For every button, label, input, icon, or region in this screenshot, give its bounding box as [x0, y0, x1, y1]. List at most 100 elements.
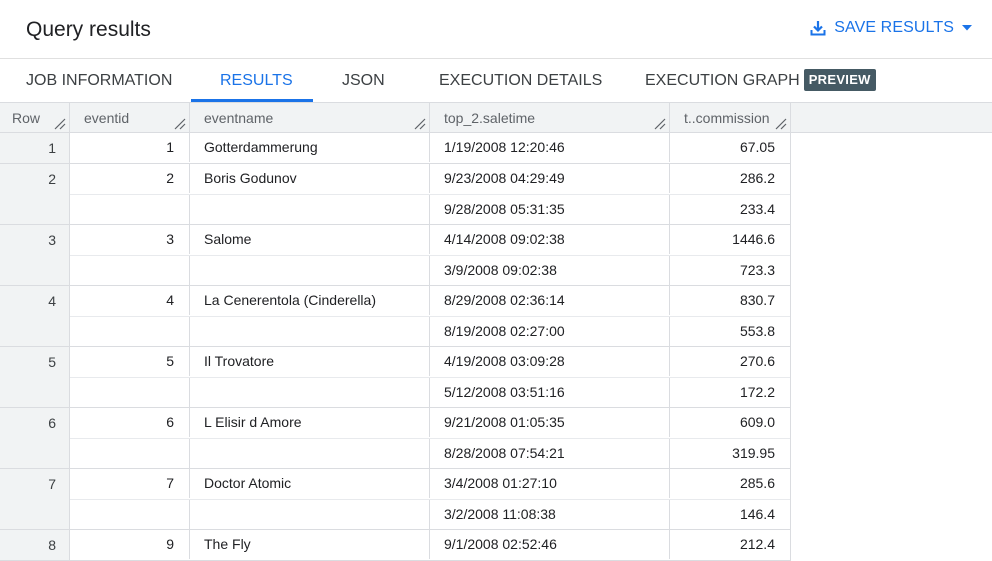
cell-commission: 723.3	[739, 262, 775, 278]
table-subrow: 9/28/2008 05:31:35 233.4	[70, 194, 790, 224]
table-subrow: 6L Elisir d Amore 9/21/2008 01:05:35 609.0	[70, 408, 790, 438]
table-row: 8 9 The Fly 9/1/2008 02:52:46 212.4	[0, 530, 790, 561]
active-tab-indicator	[191, 99, 313, 102]
cell-eventname	[190, 439, 430, 468]
cell-eventname: Salome	[190, 225, 430, 254]
cell-eventid: 7	[70, 469, 190, 498]
cell-eventname: La Cenerentola (Cinderella)	[190, 286, 430, 315]
tab-json[interactable]: JSON	[342, 59, 385, 102]
cell-saletime: 5/12/2008 03:51:16	[430, 378, 670, 407]
cell-eventid	[70, 256, 190, 285]
column-header-eventname: eventname	[190, 103, 430, 133]
cell-commission: 146.4	[739, 506, 775, 522]
table-subrow: 7 Doctor Atomic 3/4/2008 01:27:10 285.6	[70, 469, 790, 499]
cell-eventid: 3	[70, 225, 190, 254]
cell-commission: 233.4	[739, 201, 775, 217]
cell-saletime: 8/19/2008 02:27:00	[430, 317, 670, 346]
column-header-label: eventname	[204, 110, 274, 126]
results-table: Row eventid eventname top_2.saletime t..…	[0, 103, 791, 561]
cell-commission: 319.95	[732, 445, 775, 461]
table-row: 4 4 La Cenerentola (Cinderella) 8/29/2008 0…	[0, 286, 790, 347]
table-row: 1 1 Gotterdammerung 1/19/2008 12:20:46 67.05	[0, 133, 790, 164]
cell-saletime: 9/1/2008 02:52:46	[430, 530, 670, 559]
cell-eventname	[190, 500, 430, 529]
results-header: Query results SAVE RESULTS	[0, 0, 992, 59]
cell-eventname: L Elisir d Amore	[190, 408, 430, 437]
table-row: 2 2 Boris Godunov 9/23/2008 04:29:49 286.2 9/…	[0, 164, 790, 225]
cell-commission: 1446.6	[732, 231, 775, 247]
row-number: 5	[0, 347, 70, 407]
table-subrow: 8/28/2008 07:54:21 319.95	[70, 438, 790, 468]
save-results-button[interactable]: SAVE RESULTS	[810, 19, 972, 37]
download-icon	[810, 20, 826, 36]
cell-saletime: 3/4/2008 01:27:10	[430, 469, 670, 498]
cell-commission: 286.2	[739, 170, 775, 186]
cell-saletime: 9/28/2008 05:31:35	[430, 195, 670, 224]
column-header-commission: t..commission	[670, 103, 790, 133]
cell-eventid	[70, 195, 190, 224]
cell-commission: 270.6	[739, 353, 775, 369]
tab-results[interactable]: RESULTS	[220, 59, 293, 102]
table-subrow: 3 Salome 4/14/2008 09:02:38 1446.6	[70, 225, 790, 255]
table-subrow: 3/2/2008 11:08:38 146.4	[70, 499, 790, 529]
save-results-label: SAVE RESULTS	[834, 19, 954, 36]
cell-eventid: 9	[70, 530, 190, 559]
column-header-eventid: eventid	[70, 103, 190, 133]
table-subrow: 4 La Cenerentola (Cinderella) 8/29/2008 02…	[70, 286, 790, 316]
tab-job-information[interactable]: JOB INFORMATION	[26, 59, 172, 102]
table-subrow: 2 Boris Godunov 9/23/2008 04:29:49 286.2	[70, 164, 790, 194]
cell-eventid	[70, 500, 190, 529]
cell-eventname: Doctor Atomic	[190, 469, 430, 498]
column-header-label: Row	[12, 110, 41, 126]
cell-saletime: 9/21/2008 01:05:35	[430, 408, 670, 437]
cell-eventname	[190, 378, 430, 407]
column-resize-icon[interactable]	[174, 118, 186, 130]
table-subrow: 9 The Fly 9/1/2008 02:52:46 212.4	[70, 530, 790, 560]
cell-eventname: Gotterdammerung	[190, 133, 430, 162]
cell-saletime: 9/23/2008 04:29:49	[430, 164, 670, 193]
column-resize-icon[interactable]	[654, 118, 666, 130]
cell-commission: 212.4	[739, 536, 775, 552]
column-header-label: top_2.saletime	[444, 110, 536, 126]
cell-eventname: The Fly	[190, 530, 430, 559]
table-subrow: 3/9/2008 09:02:38 723.3	[70, 255, 790, 285]
cell-commission: 553.8	[739, 323, 775, 339]
cell-eventname: Il Trovatore	[190, 347, 430, 376]
cell-saletime: 3/2/2008 11:08:38	[430, 500, 670, 529]
column-resize-icon[interactable]	[54, 118, 66, 130]
cell-eventid	[70, 378, 190, 407]
preview-badge: PREVIEW	[803, 69, 876, 91]
cell-saletime: 4/14/2008 09:02:38	[430, 225, 670, 254]
row-number: 4	[0, 286, 70, 346]
cell-commission: 285.6	[739, 475, 775, 491]
cell-eventid	[70, 439, 190, 468]
row-number: 3	[0, 225, 70, 285]
cell-commission: 67.05	[739, 139, 775, 155]
cell-saletime: 1/19/2008 12:20:46	[430, 133, 670, 162]
row-number: 1	[0, 133, 70, 163]
column-resize-icon[interactable]	[414, 118, 426, 130]
cell-eventname	[190, 256, 430, 285]
cell-eventname	[190, 195, 430, 224]
table-row: 7 7 Doctor Atomic 3/4/2008 01:27:10 285.6 3/2…	[0, 469, 790, 530]
row-number: 7	[0, 469, 70, 529]
cell-eventid: 4	[70, 286, 190, 315]
cell-eventname: Boris Godunov	[190, 164, 430, 193]
table-row: 5 5 Il Trovatore 4/19/2008 03:09:28 270.6 5/1…	[0, 347, 790, 408]
table-subrow: 8/19/2008 02:27:00 553.8	[70, 316, 790, 346]
caret-down-icon[interactable]	[962, 25, 972, 31]
cell-eventname	[190, 317, 430, 346]
page-title: Query results	[26, 18, 151, 41]
column-resize-icon[interactable]	[775, 118, 787, 130]
column-header-saletime: top_2.saletime	[430, 103, 670, 133]
tab-execution-graph[interactable]: EXECUTION GRAPH PREVIEW	[645, 59, 876, 102]
tab-execution-graph-label: EXECUTION GRAPH	[645, 72, 800, 89]
table-subrow: 5/12/2008 03:51:16 172.2	[70, 377, 790, 407]
cell-commission: 172.2	[739, 384, 775, 400]
table-body: 1 1 Gotterdammerung 1/19/2008 12:20:46 67.05…	[0, 133, 790, 561]
row-number: 8	[0, 530, 70, 560]
row-number: 6	[0, 408, 70, 468]
results-tabs: JOB INFORMATION RESULTS JSON EXECUTION D…	[0, 59, 992, 103]
tab-execution-details[interactable]: EXECUTION DETAILS	[439, 59, 602, 102]
cell-saletime: 8/28/2008 07:54:21	[430, 439, 670, 468]
